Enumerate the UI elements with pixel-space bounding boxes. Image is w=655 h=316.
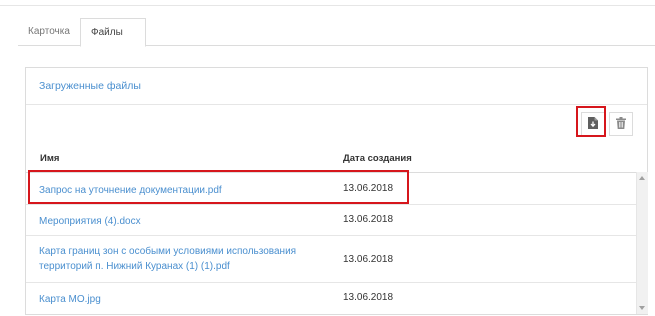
table-row[interactable]: Запрос на уточнение документации.pdf 13.…	[26, 173, 636, 205]
table-row[interactable]: Карта границ зон с особыми условиями исп…	[26, 235, 636, 283]
file-link[interactable]: Мероприятия (4).docx	[39, 214, 329, 229]
column-header-date[interactable]: Дата создания	[343, 153, 412, 164]
panel-divider	[26, 104, 647, 105]
download-button[interactable]	[581, 112, 605, 136]
tab-bar: Карточка Файлы	[18, 18, 655, 47]
file-date: 13.06.2018	[343, 214, 394, 225]
file-link[interactable]: Карта МО.jpg	[39, 292, 329, 307]
file-download-icon	[588, 116, 598, 132]
uploaded-files-panel: Загруженные файлы Имя Дата создания Запр…	[25, 67, 648, 315]
file-date: 13.06.2018	[343, 292, 394, 303]
scroll-up-arrow-icon[interactable]	[639, 176, 645, 180]
table-scrollbar[interactable]	[636, 172, 648, 314]
file-date: 13.06.2018	[343, 254, 394, 265]
top-divider	[0, 0, 655, 6]
delete-button[interactable]	[609, 112, 633, 136]
file-date: 13.06.2018	[343, 183, 394, 194]
column-header-name[interactable]: Имя	[40, 153, 59, 164]
scroll-down-arrow-icon[interactable]	[639, 306, 645, 310]
table-row[interactable]: Карта МО.jpg 13.06.2018	[26, 282, 636, 315]
file-link[interactable]: Карта границ зон с особыми условиями исп…	[39, 244, 329, 274]
panel-title: Загруженные файлы	[39, 80, 141, 92]
table-header: Имя Дата создания	[26, 143, 647, 172]
tab-files[interactable]: Файлы	[80, 18, 146, 47]
table-row[interactable]: Мероприятия (4).docx 13.06.2018	[26, 204, 636, 236]
file-link[interactable]: Запрос на уточнение документации.pdf	[39, 183, 329, 198]
trash-icon	[616, 116, 626, 132]
files-table-body: Запрос на уточнение документации.pdf 13.…	[26, 172, 647, 315]
